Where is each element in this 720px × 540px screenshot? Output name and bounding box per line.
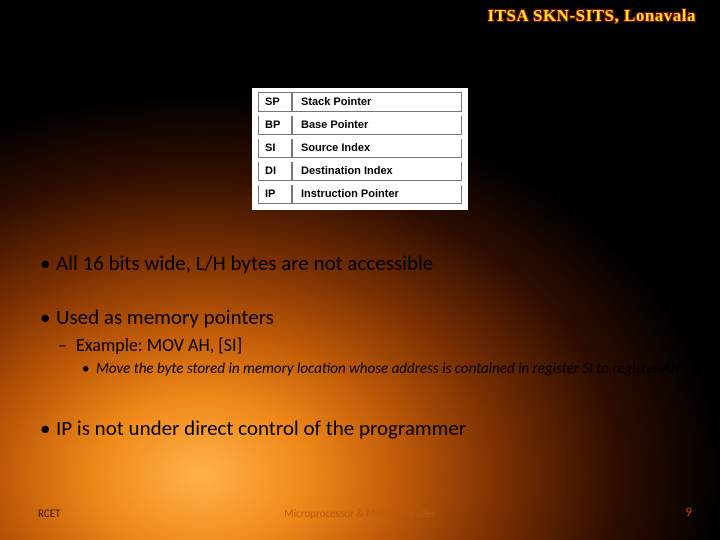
- table-row: IP Instruction Pointer: [258, 185, 462, 204]
- bullet-text: Used as memory pointers: [56, 304, 274, 330]
- reg-abbr: SI: [258, 139, 292, 158]
- reg-name: Stack Pointer: [292, 92, 462, 112]
- bullet-level1: All 16 bits wide, L/H bytes are not acce…: [40, 250, 690, 276]
- reg-name: Destination Index: [292, 162, 462, 181]
- bullet-level1: Used as memory pointers: [40, 304, 690, 330]
- bullet-level1: IP is not under direct control of the pr…: [40, 415, 690, 441]
- bullet-list: All 16 bits wide, L/H bytes are not acce…: [40, 250, 690, 441]
- header-brand: ITSA SKN-SITS, Lonavala: [488, 6, 697, 26]
- reg-abbr: SP: [258, 92, 292, 112]
- reg-name: Base Pointer: [292, 116, 462, 135]
- table-row: BP Base Pointer: [258, 116, 462, 135]
- footer-page-number: 9: [685, 505, 692, 520]
- footer-center: Microprocessor & Microcontroller: [0, 507, 720, 520]
- reg-abbr: BP: [258, 116, 292, 135]
- register-table: SP Stack Pointer BP Base Pointer SI Sour…: [252, 88, 468, 210]
- table-row: DI Destination Index: [258, 162, 462, 181]
- reg-abbr: DI: [258, 162, 292, 181]
- bullet-level3: Move the byte stored in memory location …: [40, 360, 690, 379]
- bullet-level2: Example: MOV AH, [SI]: [40, 334, 690, 356]
- reg-name: Source Index: [292, 139, 462, 158]
- table-row: SP Stack Pointer: [258, 92, 462, 112]
- table-row: SI Source Index: [258, 139, 462, 158]
- reg-name: Instruction Pointer: [292, 185, 462, 204]
- slide-title: Pointer and Index Registers: [0, 30, 720, 69]
- reg-abbr: IP: [258, 185, 292, 204]
